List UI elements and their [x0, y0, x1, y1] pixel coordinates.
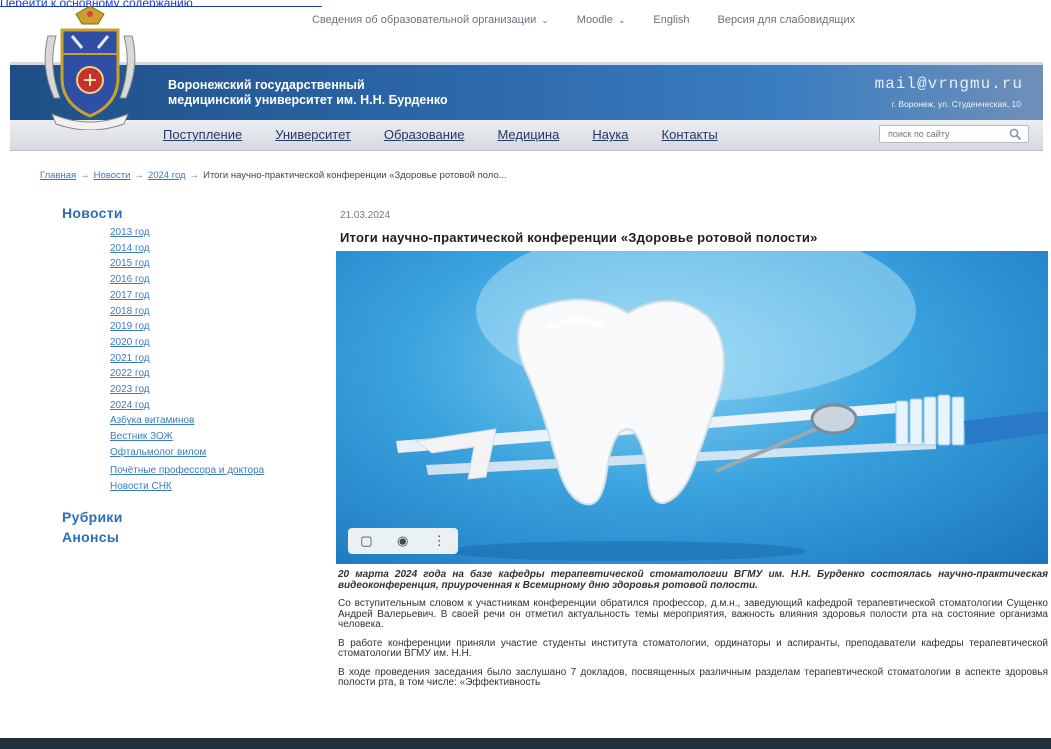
nav-medicine[interactable]: Медицина — [497, 127, 559, 142]
top-menu-moodle[interactable]: Moodle ⌄ — [577, 12, 626, 28]
article-image[interactable]: ▢ ◉ ⋮ — [336, 251, 1048, 564]
contact-address: г. Воронеж, ул. Студенческая, 10 — [891, 99, 1021, 109]
bookmark-icon[interactable]: ▢ — [360, 533, 372, 549]
image-toolbar: ▢ ◉ ⋮ — [348, 528, 458, 554]
breadcrumb: Главная → Новости → 2024 год → Итоги нау… — [40, 170, 507, 181]
header-banner: Воронежский государственный медицинский … — [10, 62, 1043, 123]
search-input[interactable] — [886, 128, 1000, 140]
top-menu-accessibility[interactable]: Версия для слабовидящих — [718, 12, 856, 28]
sidebar-item-2016[interactable]: 2016 год — [110, 272, 302, 288]
sidebar: Новости 2013 год 2014 год 2015 год 2016 … — [62, 205, 302, 549]
breadcrumb-arrow-icon: → — [134, 170, 144, 181]
top-menu-label: Версия для слабовидящих — [717, 14, 856, 26]
nav-contacts[interactable]: Контакты — [662, 127, 718, 142]
tooth-photo-illustration — [396, 251, 1048, 561]
top-menu-label: English — [653, 14, 690, 26]
top-menu-label: Moodle — [576, 14, 613, 26]
main-navigation: Поступление Университет Образование Меди… — [10, 120, 1043, 151]
nav-admission[interactable]: Поступление — [163, 127, 242, 142]
contact-email[interactable]: mail@vrngmu.ru — [875, 75, 1023, 93]
top-utility-menu: Сведения об образовательной организации … — [312, 12, 883, 28]
sidebar-news-list: 2013 год 2014 год 2015 год 2016 год 2017… — [62, 225, 302, 495]
chevron-down-icon: ⌄ — [541, 14, 549, 25]
breadcrumb-home[interactable]: Главная — [40, 170, 76, 181]
breadcrumb-arrow-icon: → — [80, 170, 90, 181]
camera-icon[interactable]: ◉ — [397, 533, 408, 549]
article-date: 21.03.2024 — [340, 210, 391, 221]
sidebar-heading-news[interactable]: Новости — [62, 205, 302, 221]
university-name-line2: медицинский университет им. Н.Н. Бурденк… — [168, 93, 448, 107]
sidebar-item-2014[interactable]: 2014 год — [110, 241, 302, 257]
sidebar-item-2013[interactable]: 2013 год — [110, 225, 302, 241]
article-paragraph: В ходе проведения заседания было заслуша… — [338, 666, 1048, 688]
university-name[interactable]: Воронежский государственный медицинский … — [168, 78, 448, 108]
sidebar-item-2023[interactable]: 2023 год — [110, 382, 302, 398]
chevron-down-icon: ⌄ — [617, 14, 626, 25]
article: 21.03.2024 Итоги научно-практической кон… — [336, 210, 1048, 689]
sidebar-item-zozh[interactable]: Вестник ЗОЖ — [110, 429, 302, 445]
nav-science[interactable]: Наука — [592, 127, 628, 142]
sidebar-item-2022[interactable]: 2022 год — [110, 366, 302, 382]
sidebar-item-2015[interactable]: 2015 год — [110, 256, 302, 272]
breadcrumb-arrow-icon: → — [189, 170, 200, 181]
sidebar-item-2017[interactable]: 2017 год — [110, 288, 302, 304]
search-icon[interactable] — [1009, 128, 1022, 141]
sidebar-item-2018[interactable]: 2018 год — [110, 304, 302, 320]
article-paragraph: В работе конференции приняли участие сту… — [338, 637, 1048, 659]
more-icon[interactable]: ⋮ — [433, 533, 446, 549]
top-menu-organization[interactable]: Сведения об образовательной организации … — [312, 12, 549, 28]
footer-bar — [0, 738, 1051, 749]
sidebar-item-honorary-professors[interactable]: Почётные профессора и доктора — [110, 465, 302, 477]
top-menu-english[interactable]: English — [653, 12, 689, 28]
sidebar-item-2020[interactable]: 2020 год — [110, 335, 302, 351]
article-lead: 20 марта 2024 года на базе кафедры терап… — [338, 569, 1048, 591]
university-name-line1: Воронежский государственный — [168, 78, 365, 92]
nav-university[interactable]: Университет — [275, 127, 351, 142]
top-menu-label: Сведения об образовательной организации — [312, 14, 537, 26]
article-paragraph: Со вступительным словом к участникам кон… — [338, 598, 1048, 630]
sidebar-item-vitamins[interactable]: Азбука витаминов — [110, 413, 302, 429]
breadcrumb-news[interactable]: Новости — [94, 170, 131, 181]
nav-education[interactable]: Образование — [384, 127, 465, 142]
article-title: Итоги научно-практической конференции «З… — [340, 230, 818, 245]
site-search — [879, 125, 1029, 143]
sidebar-item-2019[interactable]: 2019 год — [110, 319, 302, 335]
university-emblem-logo[interactable] — [38, 6, 142, 130]
breadcrumb-year[interactable]: 2024 год — [148, 170, 186, 181]
sidebar-heading-rubrics[interactable]: Рубрики — [62, 509, 302, 525]
breadcrumb-current: Итоги научно-практической конференции «З… — [203, 170, 507, 181]
sidebar-heading-announcements[interactable]: Анонсы — [62, 529, 302, 545]
sidebar-item-ophthalmologist[interactable]: Офтальмолог вилом — [110, 445, 302, 461]
sidebar-item-2021[interactable]: 2021 год — [110, 351, 302, 367]
sidebar-item-2024[interactable]: 2024 год — [110, 398, 302, 414]
sidebar-item-snk-news[interactable]: Новости СНК — [110, 479, 302, 495]
